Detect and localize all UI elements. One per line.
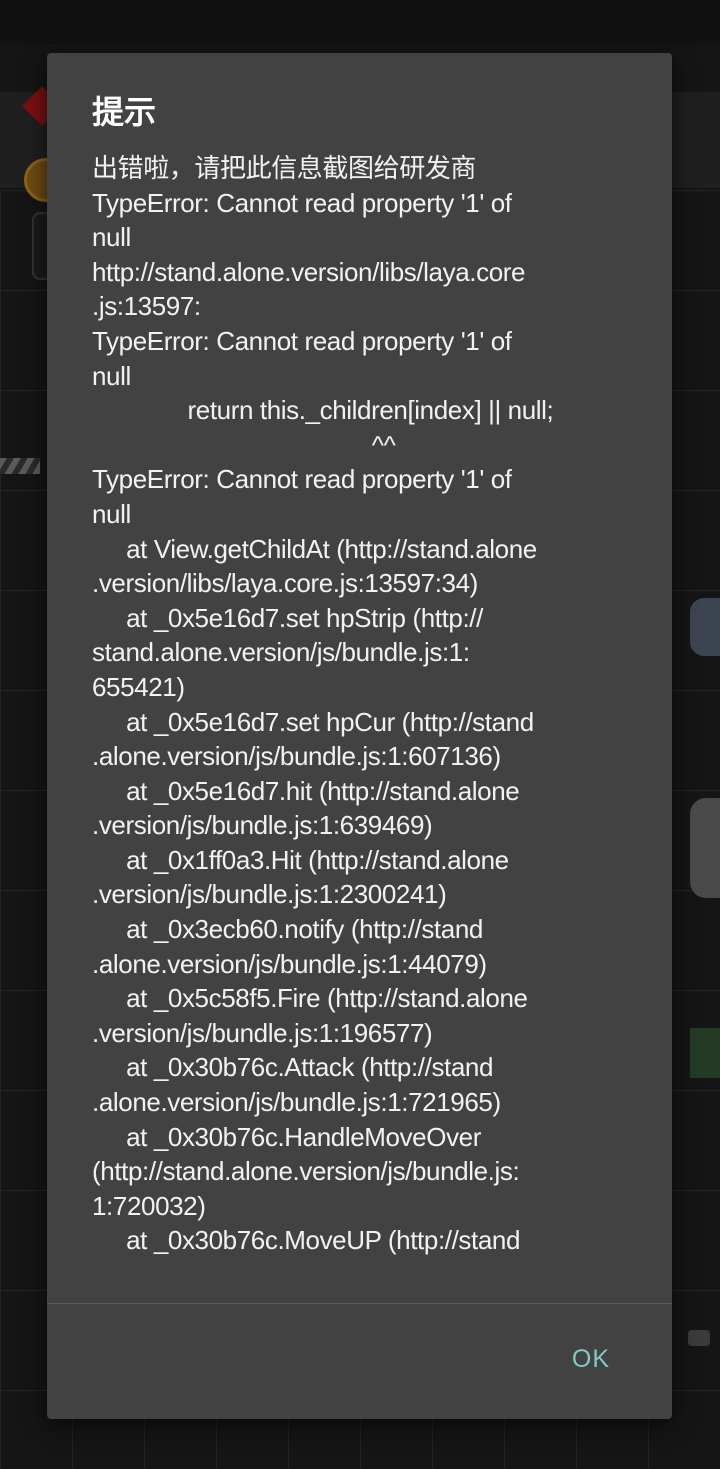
ok-button[interactable]: OK (552, 1335, 630, 1384)
message-line: .js:13597: (92, 291, 201, 322)
character-sprite (690, 598, 720, 656)
message-line: ^^ (92, 429, 396, 460)
message-line: at _0x5e16d7.set hpCur (http://stand (92, 706, 534, 737)
message-line: null (92, 498, 131, 529)
message-line: http://stand.alone.version/libs/laya.cor… (92, 256, 526, 287)
message-line: .version/js/bundle.js:1:196577) (92, 1017, 433, 1048)
dialog-title: 提示 (92, 93, 157, 131)
message-line: at _0x5e16d7.hit (http://stand.alone (92, 775, 520, 806)
message-line: .version/js/bundle.js:1:639469) (92, 810, 433, 841)
message-line: at _0x3ecb60.notify (http://stand (92, 914, 483, 945)
error-dialog: 提示 出错啦，请把此信息截图给研发商 TypeError: Cannot read… (47, 53, 672, 1419)
message-line: at _0x1ff0a3.Hit (http://stand.alone (92, 844, 509, 875)
error-message-body[interactable]: 出错啦，请把此信息截图给研发商 TypeError: Cannot read pr… (92, 151, 632, 1301)
item-sprite (688, 1330, 710, 1346)
message-line: .alone.version/js/bundle.js:1:44079) (92, 948, 487, 979)
message-line: at _0x30b76c.HandleMoveOver (92, 1121, 481, 1152)
top-bar (0, 0, 720, 44)
message-line: 655421) (92, 671, 185, 702)
message-line: null (92, 360, 131, 391)
message-line: 1:720032) (92, 1190, 206, 1221)
message-line: TypeError: Cannot read property '1' of (92, 325, 512, 356)
message-line: at _0x5c58f5.Fire (http://stand.alone (92, 983, 528, 1014)
message-line: (http://stand.alone.version/js/bundle.js… (92, 1156, 520, 1187)
striped-barrier (0, 458, 40, 474)
message-line: TypeError: Cannot read property '1' of (92, 464, 512, 495)
message-line: 出错啦，请把此信息截图给研发商 (92, 153, 477, 183)
plant-sprite (690, 1028, 720, 1078)
message-line: .version/libs/laya.core.js:13597:34) (92, 568, 478, 599)
message-line: return this._children[index] || null; (92, 395, 554, 426)
dialog-divider (47, 1303, 672, 1304)
message-line: at View.getChildAt (http://stand.alone (92, 533, 537, 564)
message-line: stand.alone.version/js/bundle.js:1: (92, 637, 470, 668)
message-line: at _0x30b76c.Attack (http://stand (92, 1052, 494, 1083)
message-line: TypeError: Cannot read property '1' of (92, 187, 512, 218)
message-line: null (92, 222, 131, 253)
message-line: at _0x30b76c.MoveUP (http://stand (92, 1225, 521, 1256)
message-line: .version/js/bundle.js:1:2300241) (92, 879, 447, 910)
character-sprite (690, 798, 720, 898)
message-line: at _0x5e16d7.set hpStrip (http:// (92, 602, 483, 633)
message-line: .alone.version/js/bundle.js:1:607136) (92, 741, 501, 772)
message-line: .alone.version/js/bundle.js:1:721965) (92, 1087, 501, 1118)
